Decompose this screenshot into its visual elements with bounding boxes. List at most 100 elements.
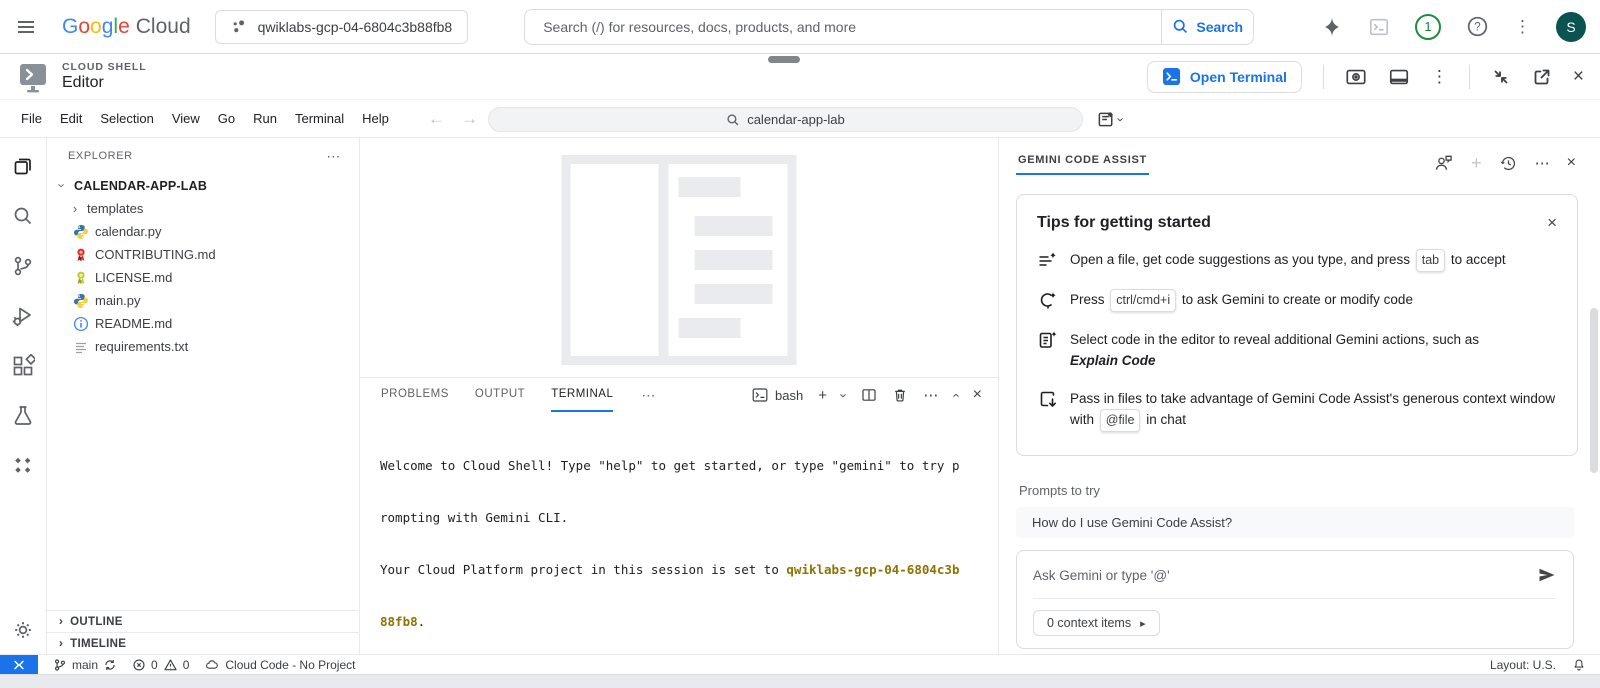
branch-indicator[interactable]: main [53,658,117,672]
terminal-output[interactable]: Welcome to Cloud Shell! Type "help" to g… [360,412,998,654]
key-chip: @file [1100,409,1141,432]
split-terminal-icon[interactable] [861,387,877,403]
menu-help[interactable]: Help [353,111,398,126]
close-tips-icon[interactable]: × [1547,214,1557,231]
google-cloud-logo: Google Cloud [62,15,191,39]
gemini-input-card: Ask Gemini or type '@' 0 context items ▸ [1016,550,1574,649]
open-in-new-icon[interactable] [1532,67,1552,87]
problems-indicator[interactable]: 0 0 [132,658,189,672]
explorer-icon[interactable] [11,154,35,178]
warnings-icon [163,658,178,672]
command-palette[interactable]: calendar-app-lab [488,107,1083,132]
timeline-section[interactable]: › TIMELINE [47,632,359,654]
python-file-icon [73,293,89,309]
placeholder-sidebar [571,164,659,356]
tree-item-contributing-md[interactable]: CONTRIBUTING.md [47,243,359,266]
explorer-more-icon[interactable]: ⋯ [326,148,341,165]
search-button[interactable]: Search [1161,10,1253,44]
menu-edit[interactable]: Edit [51,111,91,126]
remote-indicator[interactable] [0,655,38,674]
shell-selector[interactable]: bash [752,387,803,403]
scrollbar-thumb[interactable] [1590,308,1598,473]
cloud-shell-icon[interactable] [1368,16,1390,38]
minimize-icon[interactable] [1491,67,1511,87]
prompt-suggestion[interactable]: How do I use Gemini Code Assist? [1016,507,1574,538]
global-search: Search (/) for resources, docs, products… [524,9,1254,45]
resize-handle[interactable] [768,56,800,63]
menu-run[interactable]: Run [244,111,286,126]
keyboard-layout[interactable]: Layout: U.S. [1490,658,1556,672]
close-panel-icon[interactable]: × [973,387,982,403]
history-icon[interactable] [1499,154,1518,173]
avatar[interactable]: S [1556,12,1586,42]
terminal-dropdown-icon[interactable]: › [837,393,852,397]
maximize-panel-icon[interactable]: › [948,393,963,397]
panel-tabs-more-icon[interactable]: ⋯ [641,387,655,404]
close-gemini-icon[interactable]: × [1567,155,1576,171]
search-icon[interactable] [11,204,35,228]
gcp-top-bar: Google Cloud qwiklabs-gcp-04-6804c3b88fb… [0,0,1600,54]
tree-item-license-md[interactable]: LICENSE.md [47,266,359,289]
session-count-badge[interactable]: 1 [1415,14,1441,40]
shell-more-icon[interactable]: ⋮ [1431,68,1448,85]
tree-item-requirements-txt[interactable]: requirements.txt [47,335,359,358]
chevron-down-icon[interactable]: › [1114,117,1129,121]
tree-item-readme-md[interactable]: README.md [47,312,359,335]
back-icon[interactable]: ← [428,109,445,129]
gemini-more-icon[interactable]: ⋯ [1535,156,1550,171]
pen-spark-icon [1037,289,1057,312]
tip-select-code: Select code in the editor to reveal addi… [1037,329,1557,371]
menu-selection[interactable]: Selection [91,111,162,126]
search-input[interactable]: Search (/) for resources, docs, products… [525,10,1161,44]
editor-title: Editor [62,74,147,92]
new-chat-icon[interactable]: + [1471,154,1482,172]
explorer-title: EXPLORER [68,150,133,162]
new-terminal-icon[interactable]: + [818,388,827,403]
kill-terminal-icon[interactable] [892,387,908,403]
help-icon[interactable]: ? [1466,15,1489,38]
agent-mode-icon[interactable] [1434,153,1454,173]
source-control-icon[interactable] [11,254,35,278]
gemini-panel-title[interactable]: GEMINI CODE ASSIST [1016,151,1149,175]
gemini-diamonds-icon[interactable] [11,454,35,478]
forward-icon[interactable]: → [461,109,478,129]
more-options-icon[interactable]: ⋮ [1514,18,1531,35]
settings-gear-icon[interactable] [11,618,35,642]
context-items-button[interactable]: 0 context items ▸ [1033,610,1160,636]
menu-file[interactable]: File [12,111,51,126]
panel-layout-icon[interactable] [1388,66,1410,88]
suggestions-icon [1037,249,1057,272]
send-icon[interactable] [1537,565,1557,585]
panel-more-icon[interactable]: ⋯ [923,388,938,403]
cloud-code-status[interactable]: Cloud Code - No Project [204,658,355,672]
project-selector[interactable]: qwiklabs-gcp-04-6804c3b88fb8 [215,10,469,44]
gemini-input[interactable]: Ask Gemini or type '@' [1033,568,1170,583]
ribbon-red-icon [73,247,89,263]
menu-terminal[interactable]: Terminal [286,111,353,126]
folder-arrow-icon [1037,388,1057,432]
chevron-right-icon: › [69,201,81,216]
tree-root-calendar-app-lab[interactable]: › CALENDAR-APP-LAB [47,174,359,197]
menu-icon[interactable] [14,15,40,39]
tree-item-templates[interactable]: › templates [47,197,359,220]
close-shell-icon[interactable]: × [1573,67,1584,86]
test-beaker-icon[interactable] [11,404,35,428]
tab-problems[interactable]: PROBLEMS [381,378,449,412]
explorer-sidebar: EXPLORER ⋯ › CALENDAR-APP-LAB › template… [47,138,360,654]
extensions-icon[interactable] [11,354,35,378]
web-preview-icon[interactable] [1345,66,1367,88]
outline-section[interactable]: › OUTLINE [47,610,359,632]
gemini-sparkle-icon[interactable] [1321,16,1343,38]
tab-output[interactable]: OUTPUT [475,378,525,412]
window-bottom-edge [0,674,1600,688]
run-debug-icon[interactable] [11,304,35,328]
menu-go[interactable]: Go [209,111,244,126]
tree-item-calendar-py[interactable]: calendar.py [47,220,359,243]
notifications-bell-icon[interactable] [1572,658,1586,672]
tab-terminal[interactable]: TERMINAL [551,378,613,412]
tree-item-main-py[interactable]: main.py [47,289,359,312]
cloud-icon [204,658,220,672]
divider [1323,65,1324,89]
open-terminal-button[interactable]: Open Terminal [1147,61,1302,93]
menu-view[interactable]: View [163,111,209,126]
